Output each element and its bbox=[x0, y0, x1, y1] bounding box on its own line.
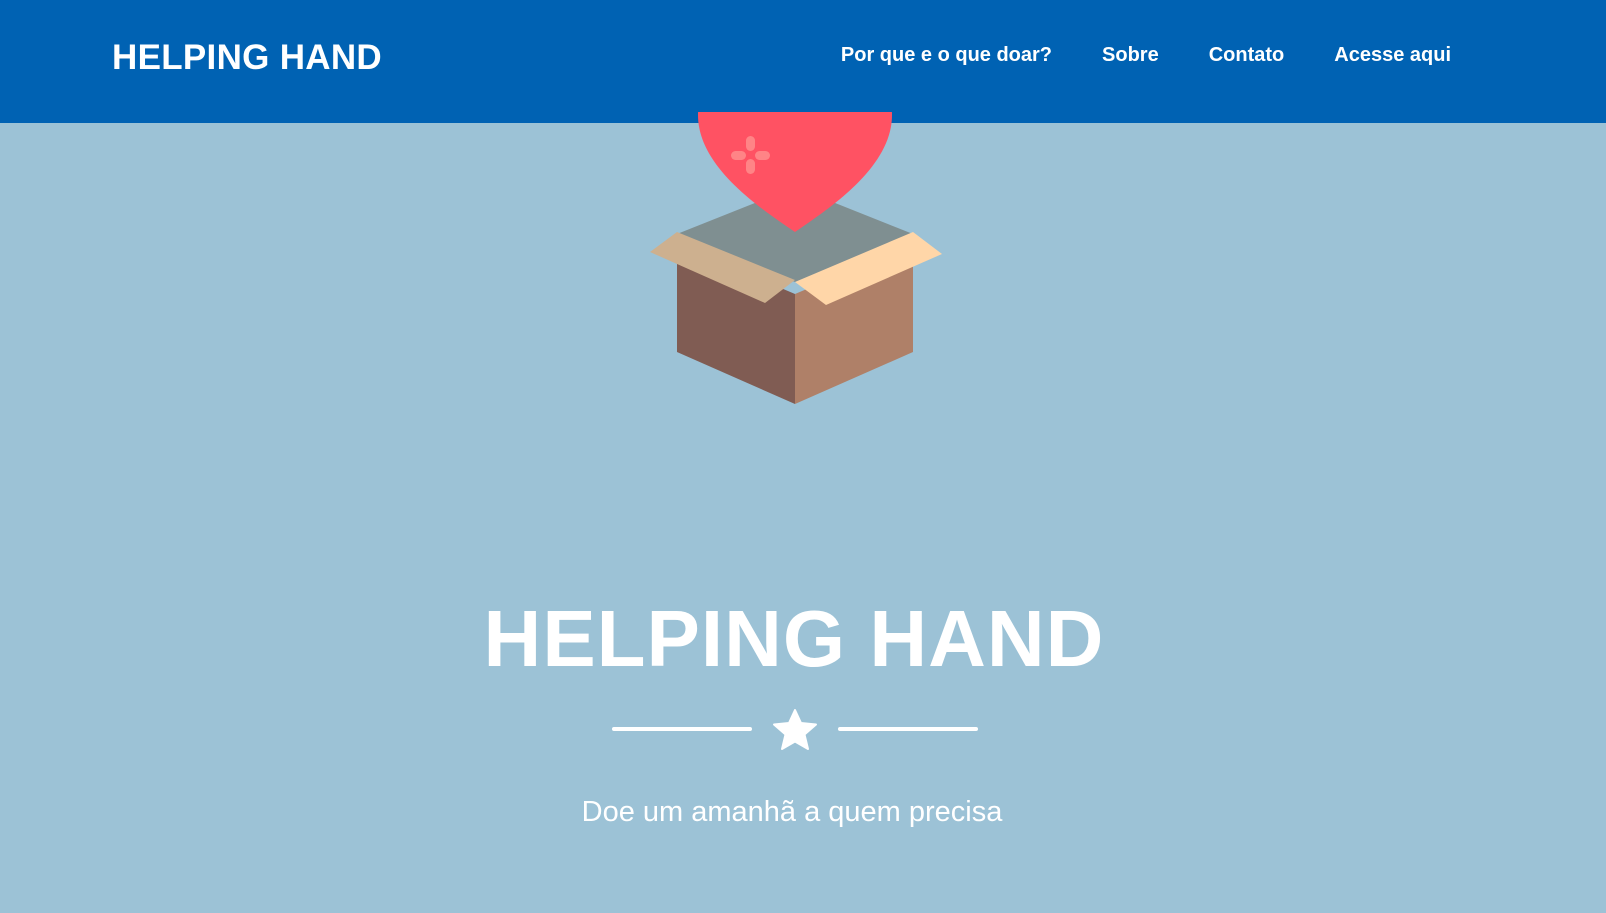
nav-link-about[interactable]: Sobre bbox=[1102, 44, 1159, 67]
nav-link-contact[interactable]: Contato bbox=[1209, 44, 1285, 67]
divider-line-left bbox=[612, 727, 752, 731]
divider-line-right bbox=[838, 727, 978, 731]
hero-subtitle: Doe um amanhã a quem precisa bbox=[581, 796, 1003, 828]
navbar: HELPING HAND Por que e o que doar? Sobre… bbox=[0, 0, 1606, 123]
nav-link-access[interactable]: Acesse aqui bbox=[1334, 44, 1451, 67]
brand-logo[interactable]: HELPING HAND bbox=[112, 38, 382, 78]
star-divider bbox=[612, 708, 978, 752]
nav-link-why-donate[interactable]: Por que e o que doar? bbox=[841, 44, 1052, 67]
star-icon bbox=[773, 709, 817, 750]
heart-in-box-icon bbox=[650, 112, 942, 404]
nav-links: Por que e o que doar? Sobre Contato Aces… bbox=[841, 44, 1451, 67]
hero-title: HELPING HAND bbox=[483, 594, 1105, 683]
